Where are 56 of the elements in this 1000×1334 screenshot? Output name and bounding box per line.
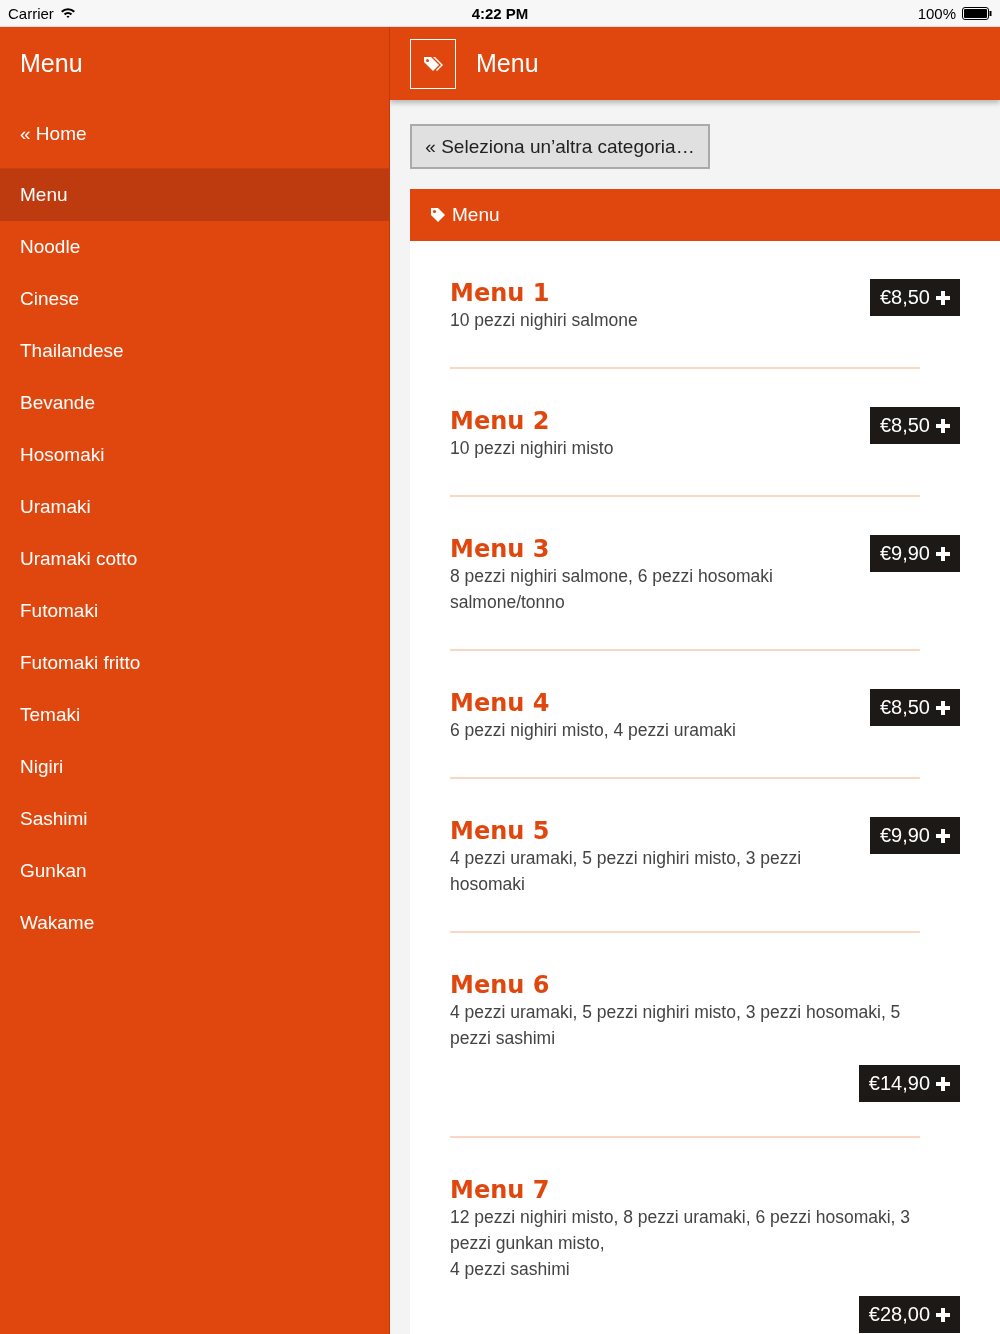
battery-icon: [962, 6, 992, 20]
item-name: Menu 4: [450, 689, 550, 717]
clock: 4:22 PM: [471, 4, 529, 22]
item-name: Menu 2: [450, 407, 550, 435]
item-name: Menu 7: [450, 1176, 550, 1204]
sidebar-item[interactable]: Uramaki cotto: [0, 533, 389, 585]
add-price-button[interactable]: €8,50: [869, 279, 960, 316]
sidebar-title: Menu: [20, 49, 83, 78]
header-title: Menu: [476, 49, 539, 78]
sidebar-item[interactable]: Bevande: [0, 377, 389, 429]
plus-icon: [936, 290, 950, 305]
panel-title: Menu: [452, 204, 500, 226]
home-link[interactable]: « Home: [20, 123, 87, 145]
tag-icon: [430, 207, 446, 223]
item-description: 4 pezzi uramaki, 5 pezzi nighiri misto, 3 pezzi hosomaki, 5 pezzi sashimi: [450, 1001, 902, 1050]
sidebar-item[interactable]: Futomaki fritto: [0, 637, 389, 689]
sidebar-item[interactable]: Wakame: [0, 897, 389, 949]
plus-icon: [936, 700, 950, 715]
back-button[interactable]: « Seleziona un’altra categoria…: [410, 124, 710, 169]
sidebar-item[interactable]: Noodle: [0, 221, 389, 273]
wifi-icon: [59, 7, 76, 19]
add-price-button[interactable]: €9,90: [869, 817, 960, 854]
plus-icon: [936, 828, 950, 843]
item-name: Menu 6: [450, 971, 550, 999]
item-name: Menu 5: [450, 817, 550, 845]
add-price-button[interactable]: €8,50: [869, 407, 960, 444]
add-price-button[interactable]: €14,90: [858, 1065, 960, 1102]
add-price-button[interactable]: €28,00: [858, 1296, 960, 1333]
plus-icon: [936, 1076, 950, 1091]
sidebar-item[interactable]: Gunkan: [0, 845, 389, 897]
sidebar-item[interactable]: Menu: [0, 169, 389, 221]
sidebar-item[interactable]: Cinese: [0, 273, 389, 325]
add-price-button[interactable]: €9,90: [869, 535, 960, 572]
sidebar-item[interactable]: Uramaki: [0, 481, 389, 533]
sidebar-item[interactable]: Futomaki: [0, 585, 389, 637]
carrier-label: Carrier: [8, 4, 54, 22]
add-price-button[interactable]: €8,50: [869, 689, 960, 726]
item-description: 8 pezzi nighiri salmone, 6 pezzi hosomaki salmone/tonno: [450, 565, 774, 614]
sidebar-item[interactable]: Hosomaki: [0, 429, 389, 481]
plus-icon: [936, 418, 950, 433]
item-description: 4 pezzi uramaki, 5 pezzi nighiri misto, 3 pezzi hosomaki: [450, 847, 803, 896]
plus-icon: [936, 1307, 950, 1322]
sidebar-item[interactable]: Thailandese: [0, 325, 389, 377]
item-description: 12 pezzi nighiri misto, 8 pezzi uramaki, 6 pezzi hosomaki, 3 pezzi gunkan misto, 4 pezzi sashimi: [450, 1206, 912, 1281]
item-name: Menu 1: [450, 279, 550, 307]
sidebar-item[interactable]: Sashimi: [0, 793, 389, 845]
battery-percent: 100%: [917, 4, 956, 22]
item-description: 10 pezzi nighiri misto: [450, 437, 615, 460]
item-description: 10 pezzi nighiri salmone: [450, 309, 639, 332]
item-description: 6 pezzi nighiri misto, 4 pezzi uramaki: [450, 719, 737, 742]
sidebar-item[interactable]: Nigiri: [0, 741, 389, 793]
plus-icon: [936, 546, 950, 561]
sidebar-item[interactable]: Temaki: [0, 689, 389, 741]
item-name: Menu 3: [450, 535, 550, 563]
tags-icon: [423, 55, 443, 72]
tag-button[interactable]: [410, 38, 456, 89]
